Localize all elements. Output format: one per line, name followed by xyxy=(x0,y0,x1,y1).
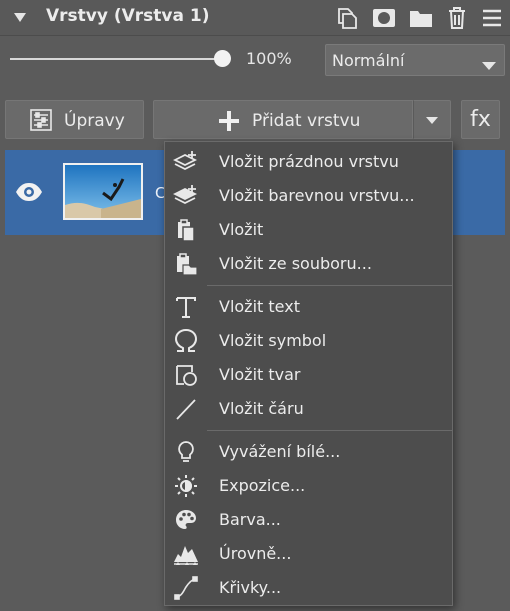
add-layer-button[interactable]: Přidat vrstvu xyxy=(153,100,413,139)
menu-separator xyxy=(207,430,452,431)
line-icon xyxy=(173,396,199,422)
menu-item-levels[interactable]: Úrovně... xyxy=(165,537,452,571)
bulb-icon xyxy=(173,439,199,465)
paste-icon xyxy=(173,217,199,243)
menu-item-label: Vyvážení bílé... xyxy=(219,442,341,461)
exposure-icon xyxy=(173,473,199,499)
plus-icon xyxy=(218,110,240,136)
menu-item-paste-from-file[interactable]: Vložit ze souboru... xyxy=(165,247,452,281)
text-icon xyxy=(173,294,199,320)
menu-icon[interactable] xyxy=(479,5,505,31)
menu-item-label: Vložit xyxy=(219,220,264,239)
folder-icon[interactable] xyxy=(408,5,434,31)
panel-header: Vrstvy (Vrstva 1) xyxy=(0,0,510,36)
menu-item-label: Vložit barevnou vrstvu... xyxy=(219,186,415,205)
menu-item-color[interactable]: Barva... xyxy=(165,503,452,537)
menu-item-paste[interactable]: Vložit xyxy=(165,213,452,247)
opacity-slider-handle[interactable] xyxy=(214,50,231,67)
menu-item-label: Vložit čáru xyxy=(219,399,304,418)
blend-mode-select[interactable]: Normální xyxy=(325,44,505,76)
add-color-layer-icon xyxy=(173,183,199,209)
add-layer-menu: Vložit prázdnou vrstvu Vložit barevnou v… xyxy=(164,141,453,606)
duplicate-layer-icon[interactable] xyxy=(333,5,359,31)
trash-icon[interactable] xyxy=(444,5,470,31)
opacity-value: 100% xyxy=(246,49,292,68)
menu-item-label: Vložit text xyxy=(219,297,300,316)
menu-item-label: Vložit ze souboru... xyxy=(219,254,372,273)
menu-item-label: Vložit tvar xyxy=(219,365,301,384)
menu-item-add-text[interactable]: Vložit text xyxy=(165,290,452,324)
menu-item-add-color-layer[interactable]: Vložit barevnou vrstvu... xyxy=(165,179,452,213)
menu-item-white-balance[interactable]: Vyvážení bílé... xyxy=(165,435,452,469)
menu-item-label: Barva... xyxy=(219,510,281,529)
levels-icon xyxy=(173,541,199,567)
menu-item-label: Vložit prázdnou vrstvu xyxy=(219,152,399,171)
chevron-down-icon xyxy=(426,110,438,129)
add-layer-dropdown-button[interactable] xyxy=(413,100,451,139)
add-empty-layer-icon xyxy=(173,149,199,175)
add-layer-label: Přidat vrstvu xyxy=(252,111,361,131)
effects-button[interactable]: fx xyxy=(461,100,500,139)
curves-icon xyxy=(173,575,199,601)
palette-icon xyxy=(173,507,199,533)
menu-item-exposure[interactable]: Expozice... xyxy=(165,469,452,503)
adjustments-label: Úpravy xyxy=(64,111,125,131)
panel-title: Vrstvy (Vrstva 1) xyxy=(46,6,210,26)
menu-item-label: Expozice... xyxy=(219,476,306,495)
menu-item-label: Úrovně... xyxy=(219,544,292,563)
mask-icon[interactable] xyxy=(371,5,397,31)
eye-icon[interactable] xyxy=(15,182,43,206)
menu-item-add-symbol[interactable]: Vložit symbol xyxy=(165,324,452,358)
menu-separator xyxy=(207,285,452,286)
menu-item-label: Vložit symbol xyxy=(219,331,327,350)
chevron-down-icon xyxy=(482,56,496,75)
adjustments-icon xyxy=(30,109,52,135)
omega-icon xyxy=(173,328,199,354)
opacity-slider-track[interactable] xyxy=(10,58,222,60)
paste-from-file-icon xyxy=(173,251,199,277)
layer-thumbnail xyxy=(63,163,143,220)
adjustments-button[interactable]: Úpravy xyxy=(5,100,144,139)
menu-item-add-empty-layer[interactable]: Vložit prázdnou vrstvu xyxy=(165,145,452,179)
menu-item-label: Křivky... xyxy=(219,578,282,597)
collapse-triangle-icon[interactable] xyxy=(14,12,26,24)
shape-icon xyxy=(173,362,199,388)
menu-item-curves[interactable]: Křivky... xyxy=(165,571,452,605)
menu-item-add-line[interactable]: Vložit čáru xyxy=(165,392,452,426)
menu-item-add-shape[interactable]: Vložit tvar xyxy=(165,358,452,392)
blend-mode-value: Normální xyxy=(332,51,405,70)
